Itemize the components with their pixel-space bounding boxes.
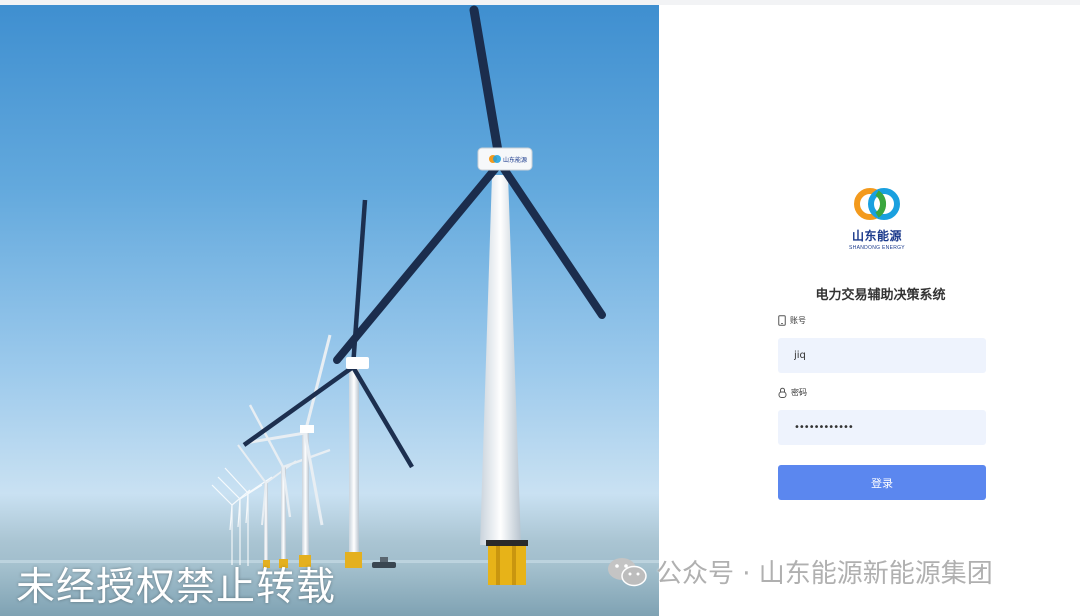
watermark-no-reprint: 未经授权禁止转载	[16, 565, 337, 610]
account-input[interactable]	[778, 338, 986, 373]
shandong-energy-logo: 山东能源 SHANDONG ENERGY	[847, 185, 907, 251]
login-panel: 山东能源 SHANDONG ENERGY 电力交易辅助决策系统 账号 密码 登录	[659, 5, 1080, 616]
hero-image-wind-turbines: 山东能源	[0, 5, 659, 616]
account-label-text: 账号	[790, 316, 806, 325]
wind-turbine-scene: 山东能源	[0, 5, 659, 616]
lock-icon	[778, 387, 787, 398]
logo-mark-icon	[854, 188, 900, 220]
phone-icon	[778, 315, 786, 326]
password-label: 密码	[778, 387, 807, 398]
wechat-icon	[608, 557, 647, 586]
login-page: 山东能源 山东能源 SHANDONG ENERGY 电力交易辅助决策系统 账号 …	[0, 0, 1080, 616]
password-input[interactable]	[778, 410, 986, 445]
watermark-wechat-account: 公众号 · 山东能源新能源集团	[606, 553, 993, 590]
logo-english-text: SHANDONG ENERGY	[849, 245, 905, 251]
system-title: 电力交易辅助决策系统	[815, 288, 946, 303]
watermark-wechat-text: 公众号 · 山东能源新能源集团	[656, 559, 993, 589]
account-label: 账号	[778, 315, 806, 326]
password-label-text: 密码	[791, 388, 807, 397]
logo-chinese-text: 山东能源	[851, 229, 902, 243]
login-button[interactable]: 登录	[778, 465, 986, 500]
turbine-badge-text: 山东能源	[503, 156, 527, 164]
